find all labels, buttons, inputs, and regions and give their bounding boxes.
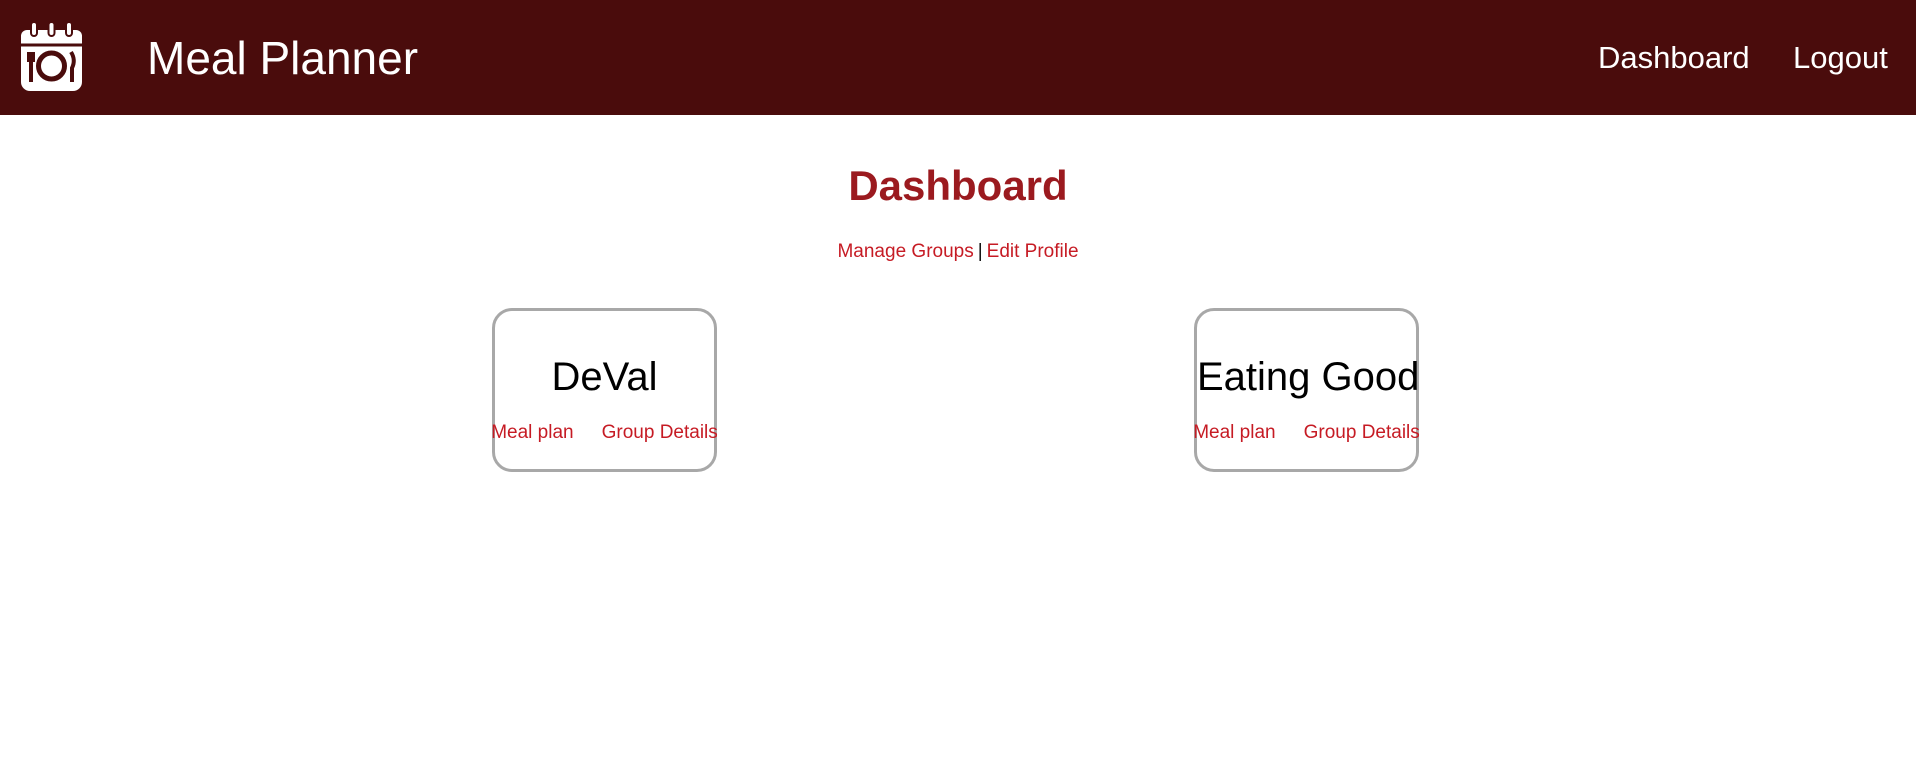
nav-logout-link[interactable]: Logout	[1793, 39, 1888, 77]
dashboard-subnav: Manage Groups | Edit Profile	[0, 238, 1916, 266]
group-card: Eating Good Meal plan Group Details	[1193, 308, 1420, 472]
nav-dashboard-link[interactable]: Dashboard	[1598, 39, 1750, 77]
app-title[interactable]: Meal Planner	[147, 30, 418, 86]
group-details-link[interactable]: Group Details	[1304, 421, 1420, 445]
meal-plan-link[interactable]: Meal plan	[1193, 421, 1275, 445]
group-card: DeVal Meal plan Group Details	[491, 308, 718, 472]
group-card-links: Meal plan Group Details	[491, 421, 718, 445]
group-name: Eating Good	[1197, 355, 1420, 399]
calendar-plate-icon[interactable]	[19, 20, 84, 93]
manage-groups-link[interactable]: Manage Groups	[837, 241, 973, 262]
page-title: Dashboard	[848, 162, 1068, 209]
edit-profile-link[interactable]: Edit Profile	[987, 241, 1079, 262]
subnav-separator: |	[977, 241, 983, 262]
group-card-links: Meal plan Group Details	[1193, 421, 1420, 445]
top-navbar: Meal Planner Dashboard Logout	[0, 0, 1916, 115]
group-details-link[interactable]: Group Details	[602, 421, 718, 445]
group-name: DeVal	[551, 355, 658, 399]
meal-plan-link[interactable]: Meal plan	[491, 421, 573, 445]
